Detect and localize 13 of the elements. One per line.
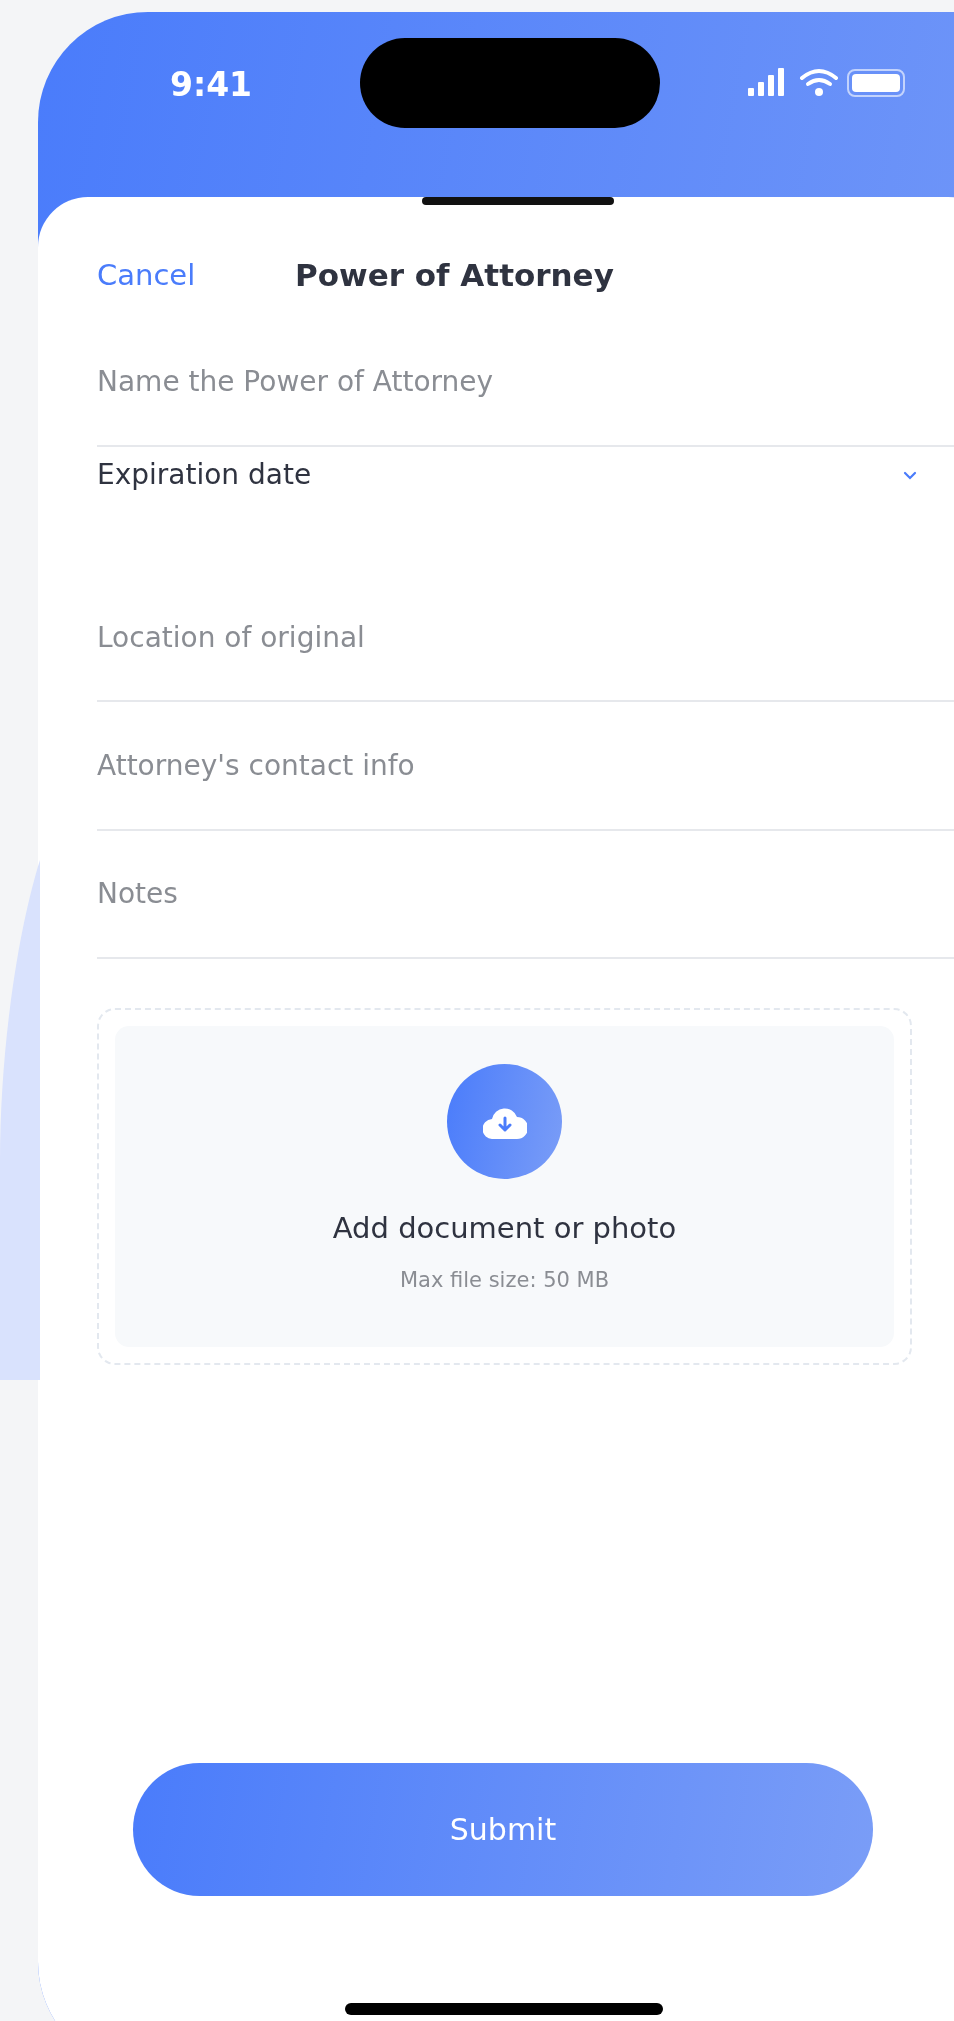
expiration-dropdown[interactable]: Expiration date bbox=[97, 455, 917, 495]
upload-area[interactable]: Add document or photo Max file size: 50 MB bbox=[97, 1008, 912, 1365]
status-time: 9:41 bbox=[170, 64, 253, 106]
cancel-button[interactable]: Cancel bbox=[97, 255, 196, 295]
upload-title: Add document or photo bbox=[332, 1210, 677, 1247]
text-field[interactable]: Attorney's contact info bbox=[97, 746, 954, 786]
text-field[interactable]: Notes bbox=[97, 874, 954, 914]
sheet-grabber[interactable] bbox=[422, 197, 614, 205]
screen-title: Power of Attorney bbox=[295, 256, 614, 295]
chevron-down-icon bbox=[903, 470, 917, 480]
text-field[interactable]: Location of original bbox=[97, 618, 954, 658]
text-field[interactable]: Name the Power of Attorney bbox=[97, 362, 954, 402]
upload-hint: Max file size: 50 MB bbox=[399, 1266, 610, 1294]
